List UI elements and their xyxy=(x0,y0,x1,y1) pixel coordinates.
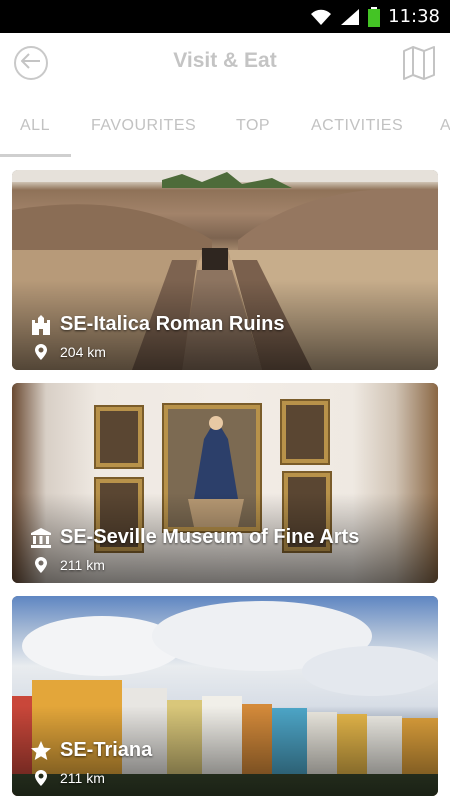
place-card-museum[interactable]: SE-Seville Museum of Fine Arts 211 km xyxy=(12,383,438,583)
castle-icon xyxy=(30,314,52,336)
tab-activities[interactable]: ACTIVITIES xyxy=(311,95,403,157)
tab-all[interactable]: ALL xyxy=(20,95,50,157)
card-title: SE-Triana xyxy=(30,739,152,762)
map-button[interactable] xyxy=(402,45,436,81)
card-title: SE-Italica Roman Ruins xyxy=(30,313,285,336)
map-icon xyxy=(402,46,436,85)
museum-icon xyxy=(30,527,52,549)
card-title: SE-Seville Museum of Fine Arts xyxy=(30,526,359,549)
distance-text: 211 km xyxy=(60,557,105,573)
tab-favourites[interactable]: FAVOURITES xyxy=(91,95,196,157)
card-title-text: SE-Italica Roman Ruins xyxy=(60,313,285,335)
card-distance: 211 km xyxy=(34,770,105,786)
tab-top[interactable]: TOP xyxy=(236,95,270,157)
location-pin-icon xyxy=(34,770,48,786)
status-time: 11:38 xyxy=(388,6,440,27)
card-distance: 211 km xyxy=(34,557,105,573)
tab-more[interactable]: A xyxy=(440,95,450,157)
signal-icon xyxy=(340,8,360,26)
distance-text: 211 km xyxy=(60,770,105,786)
card-distance: 204 km xyxy=(34,344,106,360)
active-tab-indicator xyxy=(0,154,71,157)
card-title-text: SE-Seville Museum of Fine Arts xyxy=(60,526,360,548)
page-title: Visit & Eat xyxy=(173,49,277,72)
location-pin-icon xyxy=(34,557,48,573)
battery-icon xyxy=(368,6,381,27)
place-card-triana[interactable]: SE-Triana 211 km xyxy=(12,596,438,796)
distance-text: 204 km xyxy=(60,344,106,360)
status-bar: 11:38 xyxy=(0,0,450,33)
star-icon xyxy=(30,740,52,762)
category-tabs: ALL FAVOURITES TOP ACTIVITIES A xyxy=(0,95,450,157)
card-title-text: SE-Triana xyxy=(60,739,153,761)
wifi-icon xyxy=(310,8,332,26)
place-card-italica[interactable]: SE-Italica Roman Ruins 204 km xyxy=(12,170,438,370)
app-header: Visit & Eat xyxy=(0,33,450,95)
location-pin-icon xyxy=(34,344,48,360)
